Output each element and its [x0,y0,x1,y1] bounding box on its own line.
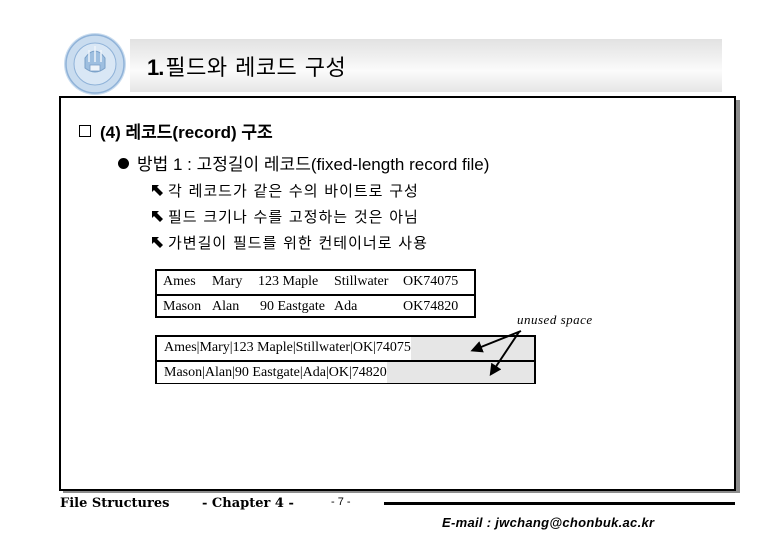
fixed-fields-table: Ames Mary 123 Maple Stillwater OK74075 M… [155,269,476,318]
checkbox-square-icon [79,125,91,137]
sub-bullet: 가변길이 필드를 위한 컨테이너로 사용 [152,232,428,253]
record-text: Ames|Mary|123 Maple|Stillwater|OK|74075 [157,337,411,360]
footer-divider [384,502,735,505]
arrow-up-left-icon [152,211,163,222]
table-cell: Mason [163,299,202,314]
footer-chapter: - Chapter 4 - [202,496,294,511]
sub-bullet: 필드 크기나 수를 고정하는 것은 아님 [152,206,419,227]
sub-bullet: 각 레코드가 같은 수의 바이트로 구성 [152,180,419,201]
table-row: Ames|Mary|123 Maple|Stillwater|OK|74075 [157,337,534,360]
table-row: Ames Mary 123 Maple Stillwater OK74075 [157,271,474,294]
sub-bullet-text: 각 레코드가 같은 수의 바이트로 구성 [168,182,419,200]
delimited-records-table: Ames|Mary|123 Maple|Stillwater|OK|74075 … [155,335,536,384]
arrow-up-left-icon [152,185,163,196]
footer-email: E-mail : jwchang@chonbuk.ac.kr [442,515,655,530]
unused-space-region [410,337,534,360]
method-bullet-text: 방법 1 : 고정길이 레코드(fixed-length record file… [137,155,490,174]
section-heading: (4) 레코드(record) 구조 [79,118,273,143]
slide-title: 1.필드와 레코드 구성 [147,50,346,82]
table-row: Mason Alan 90 Eastgate Ada OK74820 [157,294,474,317]
university-seal-icon [64,33,126,95]
table-cell: Mary [212,274,243,289]
arrow-up-left-icon [152,237,163,248]
unused-space-annotation: unused space [517,312,593,327]
sub-bullet-text: 필드 크기나 수를 고정하는 것은 아님 [168,208,419,226]
slide-title-number: 1. [147,55,164,80]
table-cell: OK74820 [403,299,459,314]
section-heading-text: (4) 레코드(record) 구조 [100,123,273,142]
unused-space-region [386,362,534,383]
footer-course: File Structures [60,496,170,511]
table-cell: 123 Maple [258,274,319,289]
table-cell: 90 Eastgate [260,299,325,314]
table-cell: Ames [163,274,196,289]
table-row: Mason|Alan|90 Eastgate|Ada|OK|74820 [157,360,534,383]
table-cell: OK74075 [403,274,459,289]
filled-circle-bullet-icon [118,158,129,169]
slide-title-text: 필드와 레코드 구성 [165,56,347,81]
record-text: Mason|Alan|90 Eastgate|Ada|OK|74820 [157,362,387,383]
table-cell: Stillwater [334,274,389,289]
footer-page-number: - 7 - [331,496,351,508]
sub-bullet-text: 가변길이 필드를 위한 컨테이너로 사용 [168,234,428,252]
table-cell: Alan [212,299,240,314]
table-cell: Ada [334,299,358,314]
method-bullet: 방법 1 : 고정길이 레코드(fixed-length record file… [118,150,489,175]
